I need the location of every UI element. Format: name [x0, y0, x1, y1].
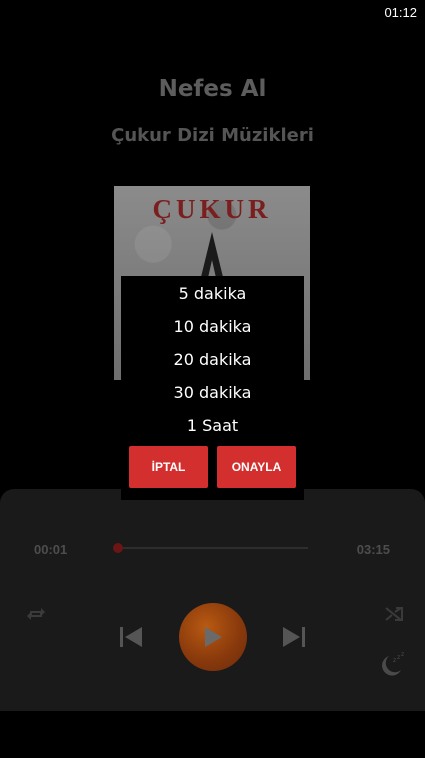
player-panel — [0, 489, 425, 711]
song-title: Nefes Al — [158, 76, 267, 102]
option-1-hour[interactable]: 1 Saat — [121, 409, 304, 442]
confirm-button[interactable]: ONAYLA — [217, 446, 296, 488]
cancel-button[interactable]: İPTAL — [129, 446, 208, 488]
repeat-icon — [27, 608, 45, 620]
svg-text:z: z — [393, 657, 396, 664]
skip-previous-icon — [120, 627, 142, 647]
seek-bar[interactable] — [118, 547, 308, 549]
option-30-min[interactable]: 30 dakika — [121, 376, 304, 409]
option-10-min[interactable]: 10 dakika — [121, 310, 304, 343]
sleep-timer-dialog: 5 dakika 10 dakika 20 dakika 30 dakika 1… — [121, 276, 304, 500]
seek-thumb[interactable] — [113, 543, 123, 553]
option-20-min[interactable]: 20 dakika — [121, 343, 304, 376]
album-subtitle: Çukur Dizi Müzikleri — [111, 125, 314, 146]
moon-sleep-icon: z z z — [382, 651, 404, 676]
total-time: 03:15 — [356, 542, 390, 557]
shuffle-button[interactable] — [382, 602, 406, 626]
current-time: 00:01 — [34, 542, 68, 557]
option-5-min[interactable]: 5 dakika — [121, 277, 304, 310]
album-logo: ÇUKUR — [152, 194, 272, 224]
sleep-timer-button[interactable]: z z z — [375, 650, 407, 680]
repeat-button[interactable] — [24, 602, 48, 626]
shuffle-icon — [385, 607, 403, 621]
next-button[interactable] — [279, 622, 309, 652]
status-time: 01:12 — [384, 5, 417, 20]
svg-text:z: z — [397, 654, 400, 661]
svg-text:z: z — [401, 651, 404, 658]
play-button[interactable] — [179, 603, 247, 671]
play-icon — [205, 627, 222, 647]
skip-next-icon — [283, 627, 305, 647]
previous-button[interactable] — [116, 622, 146, 652]
status-bar: 01:12 — [0, 0, 425, 24]
